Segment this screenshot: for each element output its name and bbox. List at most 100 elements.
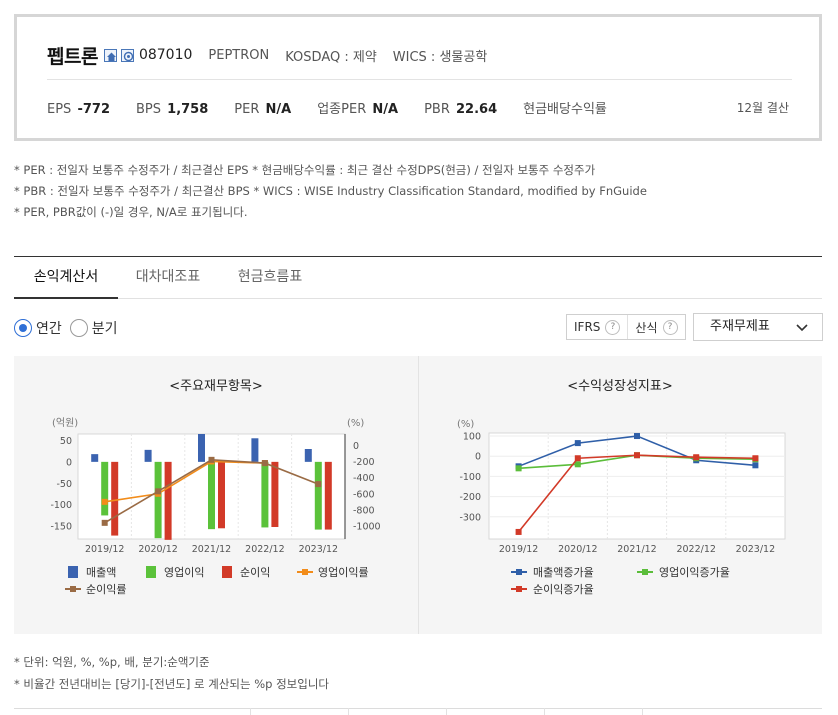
metric-bps: BPS 1,758 xyxy=(136,102,208,117)
ifrs-label: IFRS xyxy=(574,320,601,334)
company-name: 펩트론 xyxy=(47,45,98,68)
y-tick-label: -200 xyxy=(459,492,481,503)
growth-indicators-chart: 100 0 -100 -200 -300 (%) 2019/12 2020/12 2021/12… xyxy=(457,419,786,596)
y-axis-unit: (%) xyxy=(457,419,474,430)
line-point xyxy=(634,452,640,459)
wics-sector: WICS : 생물공학 xyxy=(392,49,488,65)
bar-net-income xyxy=(111,461,119,536)
unit-notes: * 단위: 억원, %, %p, 배, 분기:순액기준 * 비율간 전년대비는 … xyxy=(14,651,329,695)
tab-income-statement[interactable]: 손익계산서 xyxy=(14,257,118,299)
left-y-tick-label: -150 xyxy=(50,522,72,533)
bar-net-income xyxy=(271,461,279,527)
x-tick-label: 2023/12 xyxy=(299,544,338,555)
legend-label: 영업이익증가율 xyxy=(659,566,730,579)
left-axis-unit: (억원) xyxy=(52,417,78,429)
table-column-divider xyxy=(544,708,545,715)
legend-label: 매출액 xyxy=(86,566,116,579)
bar-revenue xyxy=(304,449,312,462)
line-point xyxy=(752,462,759,469)
line-point xyxy=(208,456,215,463)
formula-label: 산식 xyxy=(635,320,658,335)
legend-swatch xyxy=(516,569,522,575)
note-line: * PER, PBR값이 (-)일 경우, N/A로 표기됩니다. xyxy=(14,205,248,219)
ifrs-help-icon[interactable]: ? xyxy=(605,319,621,335)
right-y-tick-label: 0 xyxy=(353,441,359,452)
line-point xyxy=(752,455,759,462)
metric-pbr-value: 22.64 xyxy=(456,102,498,117)
metric-eps-label: EPS xyxy=(47,102,72,117)
metric-per: PER N/A xyxy=(234,102,291,117)
tab-balance-sheet[interactable]: 대차대조표 xyxy=(118,257,218,299)
bar-operating-income xyxy=(101,461,109,516)
bar-net-income xyxy=(164,461,172,540)
left-y-tick-label: -100 xyxy=(50,500,72,511)
table-column-divider xyxy=(446,708,447,715)
right-axis-unit: (%) xyxy=(347,418,364,429)
statement-tabs: 손익계산서 대차대조표 현금흐름표 xyxy=(14,257,822,299)
legend-label: 영업이익 xyxy=(164,566,204,579)
metric-eps-value: -772 xyxy=(77,102,110,117)
home-icon[interactable] xyxy=(103,48,117,62)
ir-icon[interactable] xyxy=(120,48,134,62)
formula-help-icon[interactable]: ? xyxy=(662,319,678,335)
radio-annual-label[interactable]: 연간 xyxy=(36,318,62,338)
metric-bps-label: BPS xyxy=(136,102,162,117)
financial-items-chart: (억원) (%) 50 0 -50 -100 -150 0 -200 -400 -600 -800 -1… xyxy=(50,417,380,596)
left-y-tick-label: 0 xyxy=(66,457,72,468)
line-point xyxy=(155,488,162,495)
y-tick-label: -300 xyxy=(459,512,481,523)
tab-cash-flow[interactable]: 현금흐름표 xyxy=(218,257,322,299)
table-column-divider xyxy=(348,708,349,715)
y-tick-label: -100 xyxy=(459,472,481,483)
bar-operating-income xyxy=(154,461,162,539)
x-tick-label: 2021/12 xyxy=(192,544,231,555)
metric-sector-per: 업종PER N/A xyxy=(317,98,398,117)
statement-type-value: 주재무제표 xyxy=(710,319,770,334)
legend-swatch xyxy=(642,569,648,575)
statement-type-select[interactable]: 주재무제표 xyxy=(693,313,823,341)
line-point xyxy=(574,455,581,462)
radio-quarterly[interactable] xyxy=(69,319,88,337)
legend-label: 순이익증가율 xyxy=(533,583,594,596)
metric-pbr-label: PBR xyxy=(424,102,450,117)
x-tick-label: 2023/12 xyxy=(736,544,775,555)
right-y-tick-label: -200 xyxy=(353,457,375,468)
header-divider xyxy=(47,79,792,80)
metric-dividend-label: 현금배당수익률 xyxy=(523,102,607,117)
x-tick-label: 2022/12 xyxy=(245,544,284,555)
company-summary-box: 펩트론 087010 PEPTRON KOSDAQ : 제약 WICS : 생물… xyxy=(14,14,822,141)
legend-swatch xyxy=(70,586,76,592)
x-tick-label: 2022/12 xyxy=(676,544,715,555)
company-header: 펩트론 087010 PEPTRON KOSDAQ : 제약 WICS : 생물… xyxy=(47,43,488,68)
line-point xyxy=(574,461,581,468)
formula-option[interactable]: 산식 ? xyxy=(627,315,684,339)
legend-swatch xyxy=(516,586,522,592)
table-column-divider xyxy=(250,708,251,715)
metric-per-label: PER xyxy=(234,102,260,117)
unit-note-line: * 비율간 전년대비는 [당기]-[전년도] 로 계산되는 %p 정보입니다 xyxy=(14,677,329,691)
x-tick-label: 2019/12 xyxy=(499,544,538,555)
settlement-month: 12월 결산 xyxy=(736,101,789,115)
x-tick-label: 2020/12 xyxy=(558,544,597,555)
metrics-row: EPS -772 BPS 1,758 PER N/A 업종PER N/A PBR… xyxy=(47,98,635,117)
bar-revenue xyxy=(198,434,205,462)
legend-swatch xyxy=(146,566,156,578)
stock-code: 087010 xyxy=(138,47,193,63)
ifrs-option[interactable]: IFRS ? xyxy=(567,315,627,339)
bar-revenue xyxy=(91,454,99,462)
line-point xyxy=(693,454,700,461)
bar-net-income xyxy=(324,461,332,530)
bar-operating-income xyxy=(314,461,322,530)
radio-annual[interactable] xyxy=(14,319,32,337)
metric-pbr: PBR 22.64 xyxy=(424,102,497,117)
unit-note-line: * 단위: 억원, %, %p, 배, 분기:순액기준 xyxy=(14,655,210,669)
line-point xyxy=(261,460,268,467)
english-name: PEPTRON xyxy=(208,47,270,63)
note-line: * PER : 전일자 보통주 수정주가 / 최근결산 EPS * 현금배당수익… xyxy=(14,163,596,177)
radio-quarterly-label[interactable]: 분기 xyxy=(92,318,118,338)
metric-dividend-yield: 현금배당수익률 xyxy=(523,98,609,117)
table-top-border xyxy=(14,708,822,709)
market-sector: KOSDAQ : 제약 xyxy=(285,49,377,65)
right-y-tick-label: -600 xyxy=(353,489,375,500)
plot-area xyxy=(488,432,786,540)
